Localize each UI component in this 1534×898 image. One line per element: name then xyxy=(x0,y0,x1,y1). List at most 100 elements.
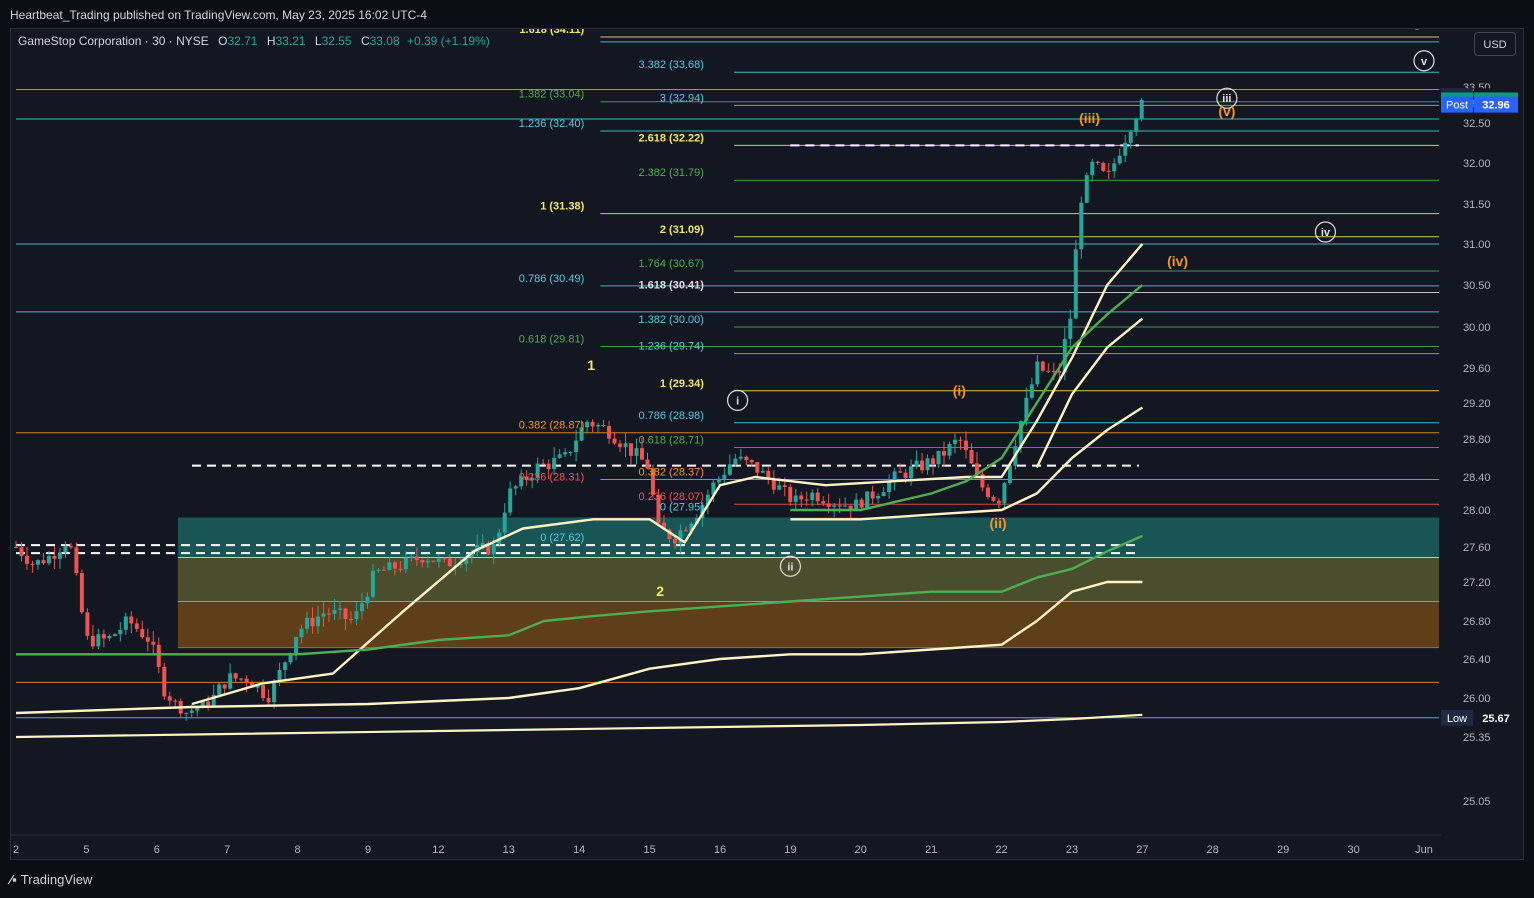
price-tick-11: 28.40 xyxy=(1463,472,1491,484)
time-tick-5: 9 xyxy=(365,844,371,856)
time-tick-13: 21 xyxy=(925,844,937,856)
time-tick-2: 6 xyxy=(154,844,160,856)
price-tick-18: 25.35 xyxy=(1463,732,1491,744)
legend-symbol: GameStop Corporation · 30 · NYSE xyxy=(18,34,209,48)
legend-low-value: 32.55 xyxy=(321,34,352,48)
candle-body xyxy=(409,556,414,558)
candle-body xyxy=(79,573,84,613)
candle-body xyxy=(376,569,381,571)
candle-body xyxy=(508,488,513,513)
candle-body xyxy=(760,470,765,473)
price-tag-low: Low 25.67 xyxy=(1441,709,1518,726)
publish-bar: Heartbeat_Trading published on TradingVi… xyxy=(0,0,1534,28)
candle-body xyxy=(74,547,79,574)
candle-body xyxy=(305,617,310,629)
candle-body xyxy=(299,628,304,638)
candle-body xyxy=(843,505,848,507)
candle-body xyxy=(112,634,117,637)
candle-body xyxy=(607,426,612,439)
candle-body xyxy=(618,443,623,448)
candle-body xyxy=(810,492,815,501)
candle-body xyxy=(672,539,677,544)
wave-label-10: (iii) xyxy=(1079,110,1100,126)
candle-body xyxy=(1007,465,1012,484)
time-tick-9: 15 xyxy=(643,844,655,856)
candle-body xyxy=(952,439,957,444)
candle-body xyxy=(722,474,727,479)
candle-body xyxy=(936,450,941,465)
time-tick-20: Jun xyxy=(1415,844,1433,856)
price-tick-12: 28.00 xyxy=(1463,505,1491,517)
candle-body xyxy=(568,452,573,454)
fib-label-15: 1 (29.34) xyxy=(660,378,704,390)
candle-body xyxy=(788,487,793,502)
candle-body xyxy=(217,684,222,695)
footer-bar xyxy=(0,862,1534,898)
legend-open-value: 32.71 xyxy=(227,34,258,48)
candle-body xyxy=(832,505,837,507)
candle-body xyxy=(272,683,277,703)
candle-body xyxy=(513,486,518,489)
candle-body xyxy=(815,492,820,502)
candle-body xyxy=(1079,202,1084,250)
candle-body xyxy=(14,547,18,548)
candle-body xyxy=(771,479,776,490)
candle-body xyxy=(107,636,112,639)
legend-high-value: 33.21 xyxy=(275,34,306,48)
candle-body xyxy=(189,710,194,714)
chart-canvas[interactable]: 1.618 (34.11) 3.382 (33.68) 1.382 (33.04) 3… xyxy=(11,29,1523,859)
tradingview-logo[interactable]: ⁄▪ TradingView xyxy=(10,872,92,887)
candle-body xyxy=(1095,161,1100,163)
fib-label-16: 0.786 (28.98) xyxy=(638,410,703,422)
candle-body xyxy=(387,562,392,571)
candle-body xyxy=(623,443,628,448)
candle-body xyxy=(552,457,557,470)
wave-label-9: (ii) xyxy=(990,515,1007,531)
candle-body xyxy=(348,619,353,621)
time-tick-10: 16 xyxy=(714,844,726,856)
price-tag-post: Post 32.96 xyxy=(1441,96,1518,113)
fib-label-11: 1.618 (30.41) xyxy=(638,280,704,292)
chart-frame[interactable]: 1.618 (34.11) 3.382 (33.68) 1.382 (33.04) 3… xyxy=(10,28,1524,860)
candle-body xyxy=(996,500,1001,504)
candle-body xyxy=(1123,142,1128,156)
candle-body xyxy=(414,556,419,561)
symbol-legend: GameStop Corporation · 30 · NYSE O32.71 … xyxy=(18,34,490,48)
legend-close-label: C xyxy=(360,34,370,48)
candle-body xyxy=(354,611,359,620)
price-tick-17: 26.00 xyxy=(1463,693,1491,705)
fib-label-5: 2.618 (32.22) xyxy=(638,132,704,144)
candle-body xyxy=(854,499,859,511)
time-tick-4: 8 xyxy=(295,844,301,856)
candle-body xyxy=(859,499,864,508)
time-tick-11: 19 xyxy=(784,844,796,856)
fib-label-1: 3.382 (33.68) xyxy=(638,59,703,71)
currency-button[interactable]: USD xyxy=(1474,32,1516,56)
candle-body xyxy=(403,557,408,570)
time-tick-17: 28 xyxy=(1207,844,1219,856)
price-tick-19: 25.05 xyxy=(1463,796,1491,808)
fib-label-2: 1.382 (33.04) xyxy=(519,89,584,101)
price-tag-value: 25.67 xyxy=(1482,713,1510,725)
time-tick-6: 12 xyxy=(432,844,444,856)
time-tick-7: 13 xyxy=(503,844,515,856)
candle-body xyxy=(392,562,397,569)
candle-body xyxy=(1139,99,1144,120)
price-tick-5: 31.00 xyxy=(1463,239,1491,251)
wave-label-6: iv xyxy=(1321,227,1331,239)
fib-label-0: 1.618 (34.11) xyxy=(519,29,584,36)
candle-body xyxy=(821,501,826,504)
price-tick-2: 32.50 xyxy=(1463,118,1491,130)
tradingview-logo-icon: ⁄▪ xyxy=(10,872,17,887)
candle-body xyxy=(903,472,908,479)
candle-body xyxy=(1101,162,1106,171)
candle-body xyxy=(370,570,375,597)
candle-body xyxy=(755,462,760,473)
candle-body xyxy=(777,485,782,490)
candle-body xyxy=(898,471,903,473)
candle-body xyxy=(991,496,996,501)
candle-body xyxy=(57,552,62,559)
price-tick-14: 27.20 xyxy=(1463,577,1491,589)
candle-body xyxy=(447,558,452,567)
fib-label-7: 1 (31.38) xyxy=(540,201,584,213)
